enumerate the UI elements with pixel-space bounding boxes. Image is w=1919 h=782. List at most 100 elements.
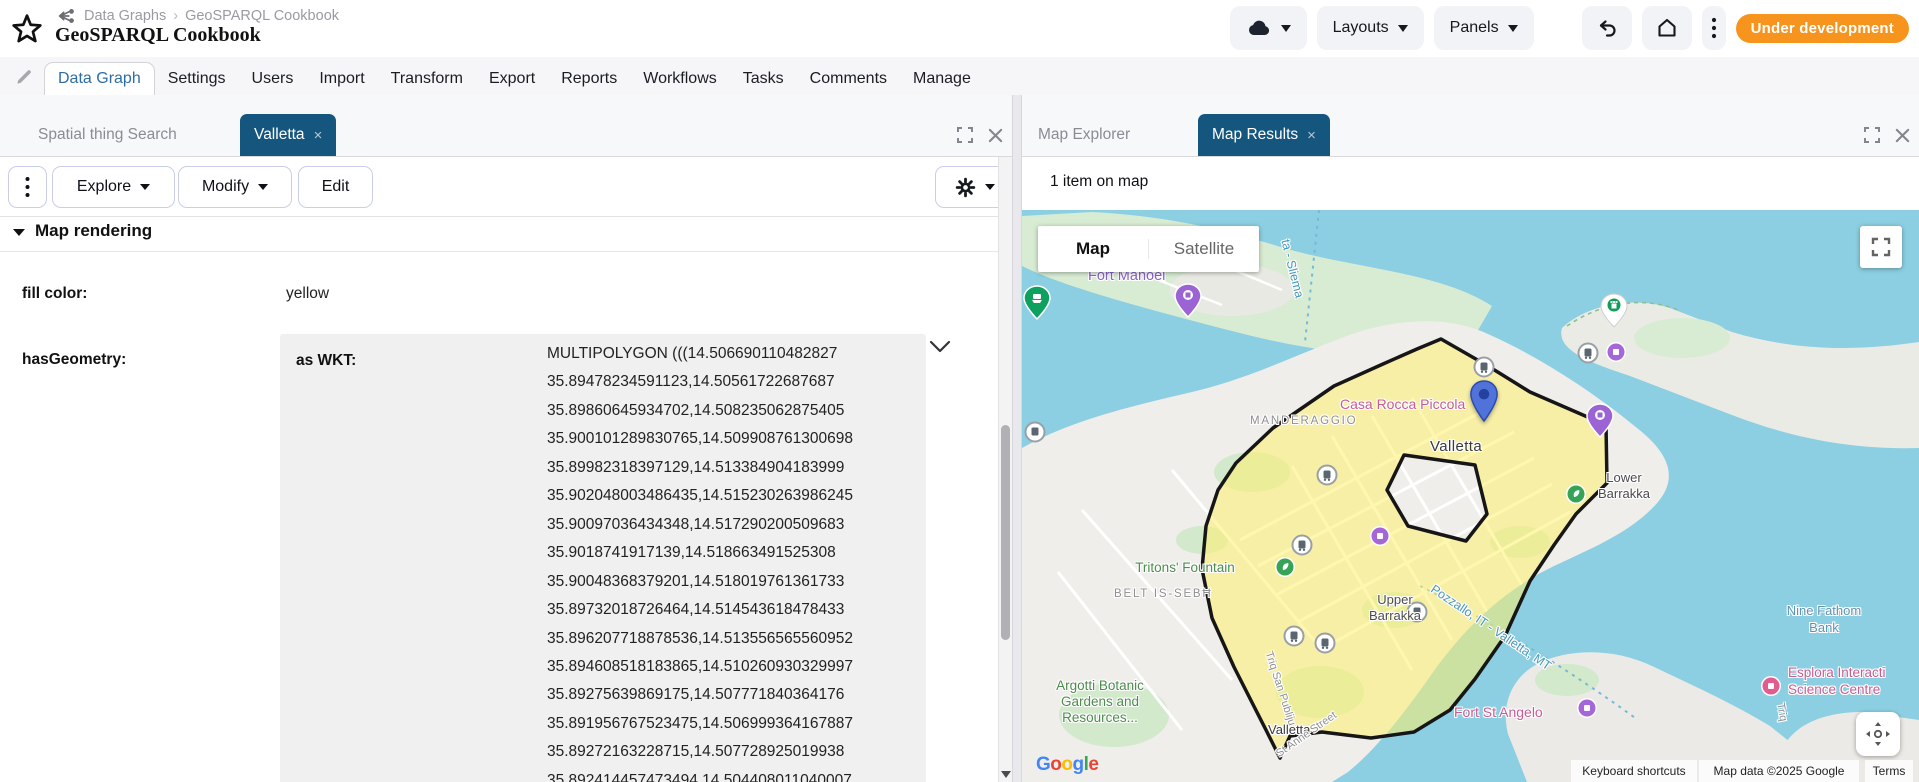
tab-manage[interactable]: Manage xyxy=(900,63,984,95)
undo-icon xyxy=(1595,16,1619,40)
wkt-line: MULTIPOLYGON (((14.506690110482827 xyxy=(547,340,853,368)
caret-down-icon xyxy=(985,184,995,190)
tab-spatial-thing-search[interactable]: Spatial thing Search xyxy=(38,126,177,144)
result-toolbar: Explore Modify Edit xyxy=(0,157,1012,217)
breadcrumb-current[interactable]: GeoSPARQL Cookbook xyxy=(185,8,339,24)
layouts-button[interactable]: Layouts xyxy=(1317,6,1424,50)
edit-label: Edit xyxy=(322,178,350,196)
wkt-line: 35.89272163228715,14.507728925019938 xyxy=(547,738,853,766)
wkt-value-box[interactable]: as WKT: MULTIPOLYGON (((14.5066901104828… xyxy=(280,334,926,782)
wkt-line: 35.896207718878536,14.513556565560952 xyxy=(547,625,853,653)
map-status-row: 1 item on map xyxy=(1022,157,1919,210)
park-marker-icon[interactable] xyxy=(1275,557,1295,577)
map-label-tritons-fountain[interactable]: Tritons' Fountain xyxy=(1120,560,1250,576)
tab-workflows[interactable]: Workflows xyxy=(630,63,730,95)
wkt-line: 35.894608518183865,14.510260930329997 xyxy=(547,653,853,681)
wkt-line: 35.89982318397129,14.513384904183999 xyxy=(547,454,853,482)
tab-users[interactable]: Users xyxy=(239,63,307,95)
close-icon[interactable] xyxy=(987,127,1004,144)
caret-down-icon xyxy=(140,184,150,190)
close-icon[interactable] xyxy=(1894,127,1911,144)
caret-down-icon xyxy=(258,184,268,190)
transit-stop-marker[interactable] xyxy=(1579,344,1598,363)
caret-down-icon xyxy=(1508,25,1518,32)
tab-map-explorer[interactable]: Map Explorer xyxy=(1038,126,1130,144)
section-title: Map rendering xyxy=(35,221,152,241)
terms-link[interactable]: Terms xyxy=(1865,760,1913,782)
transit-stop-marker[interactable] xyxy=(1285,627,1304,646)
map-label-casa-rocca-piccola[interactable]: Casa Rocca Piccola xyxy=(1340,396,1465,412)
google-map[interactable]: Fort Manoel ta - Sliema MANDERAGGIO Casa… xyxy=(1022,210,1919,782)
transit-stop-marker[interactable] xyxy=(1475,358,1494,377)
expand-icon[interactable] xyxy=(956,126,974,144)
panels-button[interactable]: Panels xyxy=(1434,6,1534,50)
tab-data-graph[interactable]: Data Graph xyxy=(44,62,155,96)
geometry-label: hasGeometry: xyxy=(22,351,126,369)
map-label-esplora-2[interactable]: Science Centre xyxy=(1788,682,1880,697)
map-label-esplora[interactable]: Esplora Interacti xyxy=(1788,665,1886,680)
tab-comments[interactable]: Comments xyxy=(797,63,900,95)
edit-button[interactable]: Edit xyxy=(298,166,373,208)
close-icon[interactable]: × xyxy=(1307,127,1316,144)
expand-icon[interactable] xyxy=(1863,126,1881,144)
map-label-nine-fathom-bank: Nine Fathom Bank xyxy=(1774,602,1874,636)
museum-marker-icon[interactable] xyxy=(1606,342,1626,362)
breadcrumb-root[interactable]: Data Graphs xyxy=(84,8,166,24)
map-label-fort-st-angelo[interactable]: Fort St Angelo xyxy=(1454,704,1543,720)
layouts-label: Layouts xyxy=(1333,19,1389,37)
map-label-valletta: Valletta xyxy=(1430,438,1482,455)
app-window: Data Graphs › GeoSPARQL Cookbook GeoSPAR… xyxy=(0,0,1919,782)
tab-export[interactable]: Export xyxy=(476,63,548,95)
status-badge: Under development xyxy=(1736,14,1909,43)
kebab-menu-button[interactable] xyxy=(1702,6,1726,50)
left-panel-tabbar: Spatial thing Search Valletta × xyxy=(0,95,1012,157)
kebab-menu-button[interactable] xyxy=(8,166,47,208)
transit-stop-marker[interactable] xyxy=(1316,634,1335,653)
map-label-belt-is-sebh: BELT IS-SEBĦ xyxy=(1114,588,1213,600)
chevron-down-icon[interactable] xyxy=(928,339,952,355)
wkt-coordinates: MULTIPOLYGON (((14.506690110482827 35.89… xyxy=(547,340,853,782)
tab-tasks[interactable]: Tasks xyxy=(730,63,797,95)
map-label-argotti-gardens[interactable]: Argotti Botanic Gardens and Resources... xyxy=(1048,678,1152,726)
caret-down-icon xyxy=(1281,25,1291,32)
google-logo[interactable]: Google xyxy=(1036,754,1098,776)
transit-stop-marker[interactable] xyxy=(1318,466,1337,485)
close-icon[interactable]: × xyxy=(314,127,323,144)
cloud-menu-button[interactable] xyxy=(1230,6,1307,50)
museum-marker-icon[interactable] xyxy=(1370,526,1390,546)
wkt-line: 35.89478234591123,14.50561722687687 xyxy=(547,368,853,396)
science-centre-marker-icon[interactable] xyxy=(1761,676,1781,696)
tab-import[interactable]: Import xyxy=(306,63,377,95)
pane-divider[interactable] xyxy=(1012,95,1022,782)
home-button[interactable] xyxy=(1642,6,1692,50)
undo-button[interactable] xyxy=(1582,6,1632,50)
map-type-map-button[interactable]: Map xyxy=(1038,239,1148,259)
transit-stop-marker[interactable] xyxy=(1026,423,1045,442)
gear-icon xyxy=(955,177,976,198)
tab-valletta[interactable]: Valletta × xyxy=(240,114,336,156)
tab-reports[interactable]: Reports xyxy=(548,63,630,95)
tab-transform[interactable]: Transform xyxy=(378,63,476,95)
pan-control-button[interactable] xyxy=(1856,712,1900,756)
fill-color-value: yellow xyxy=(286,285,329,303)
fullscreen-button[interactable] xyxy=(1860,226,1902,268)
keyboard-shortcuts-link[interactable]: Keyboard shortcuts xyxy=(1571,760,1697,782)
caret-down-icon xyxy=(1398,25,1408,32)
museum-marker-icon[interactable] xyxy=(1577,698,1597,718)
modify-button[interactable]: Modify xyxy=(178,166,292,208)
pan-icon xyxy=(1865,721,1891,747)
map-rendering-section-header[interactable]: Map rendering xyxy=(0,217,1012,252)
scroll-down-arrow-icon[interactable] xyxy=(1001,771,1011,778)
scrollbar[interactable] xyxy=(998,157,1012,782)
favorite-button[interactable] xyxy=(8,10,46,48)
explore-button[interactable]: Explore xyxy=(52,166,175,208)
map-type-satellite-button[interactable]: Satellite xyxy=(1148,239,1259,259)
transit-stop-marker[interactable] xyxy=(1293,536,1312,555)
tab-settings[interactable]: Settings xyxy=(155,63,239,95)
pencil-icon xyxy=(14,67,34,87)
result-pin-marker[interactable] xyxy=(1469,378,1499,424)
tab-map-results[interactable]: Map Results × xyxy=(1198,114,1330,156)
scrollbar-thumb[interactable] xyxy=(1001,425,1010,640)
map-label-upper-barrakka: Upper Barrakka xyxy=(1352,592,1438,624)
page-title: GeoSPARQL Cookbook xyxy=(55,24,261,47)
